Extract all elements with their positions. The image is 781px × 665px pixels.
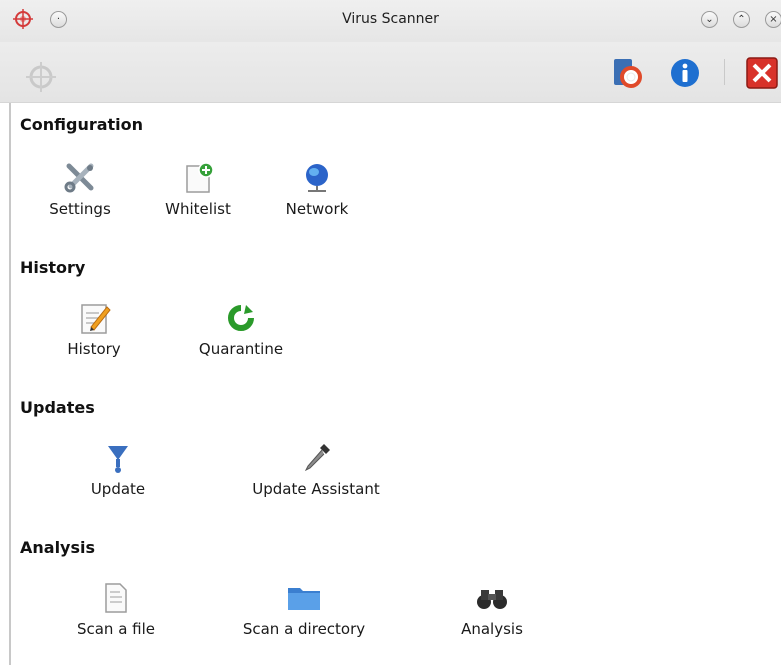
analysis-label: Analysis bbox=[461, 620, 523, 638]
network-label: Network bbox=[285, 200, 349, 218]
section-title-updates: Updates bbox=[20, 398, 95, 417]
maximize-button[interactable]: ⌃ bbox=[733, 11, 750, 28]
network-button[interactable]: Network bbox=[275, 162, 359, 218]
scan-file-label: Scan a file bbox=[76, 620, 156, 638]
section-title-configuration: Configuration bbox=[20, 115, 144, 134]
update-assistant-button[interactable]: Update Assistant bbox=[230, 442, 402, 498]
update-assistant-icon bbox=[230, 442, 402, 474]
network-icon bbox=[275, 162, 359, 194]
info-icon[interactable] bbox=[669, 57, 701, 93]
scan-directory-icon bbox=[226, 582, 382, 614]
analysis-button[interactable]: Analysis bbox=[446, 582, 538, 638]
scan-file-button[interactable]: Scan a file bbox=[64, 582, 168, 638]
window-title: Virus Scanner bbox=[342, 11, 439, 27]
section-title-history: History bbox=[20, 258, 86, 277]
history-button[interactable]: History bbox=[52, 302, 136, 358]
section-title-analysis: Analysis bbox=[20, 538, 96, 557]
scan-directory-label: Scan a directory bbox=[242, 620, 366, 638]
settings-button[interactable]: Settings bbox=[40, 162, 120, 218]
update-icon bbox=[78, 442, 158, 474]
update-assistant-label: Update Assistant bbox=[252, 480, 380, 498]
quarantine-icon bbox=[186, 302, 296, 334]
toolbar bbox=[0, 42, 781, 103]
quarantine-label: Quarantine bbox=[198, 340, 284, 358]
scan-file-icon bbox=[64, 582, 168, 614]
whitelist-icon bbox=[152, 162, 244, 194]
quarantine-button[interactable]: Quarantine bbox=[186, 302, 296, 358]
update-button[interactable]: Update bbox=[78, 442, 158, 498]
whitelist-label: Whitelist bbox=[165, 200, 231, 218]
window-titlebar: · Virus Scanner ⌄ ⌃ × bbox=[0, 0, 781, 42]
quit-icon[interactable] bbox=[745, 56, 779, 94]
close-window-button[interactable]: × bbox=[765, 11, 781, 28]
left-divider bbox=[9, 103, 11, 665]
history-label: History bbox=[67, 340, 121, 358]
whitelist-button[interactable]: Whitelist bbox=[152, 162, 244, 218]
crosshair-icon bbox=[24, 60, 58, 98]
settings-label: Settings bbox=[49, 200, 111, 218]
toolbar-separator bbox=[724, 59, 725, 85]
lifebuoy-book-icon[interactable] bbox=[611, 57, 643, 93]
settings-icon bbox=[40, 162, 120, 194]
minimize-button[interactable]: ⌄ bbox=[701, 11, 718, 28]
binoculars-icon bbox=[446, 582, 538, 614]
history-icon bbox=[52, 302, 136, 334]
update-label: Update bbox=[90, 480, 146, 498]
scan-directory-button[interactable]: Scan a directory bbox=[226, 582, 382, 638]
